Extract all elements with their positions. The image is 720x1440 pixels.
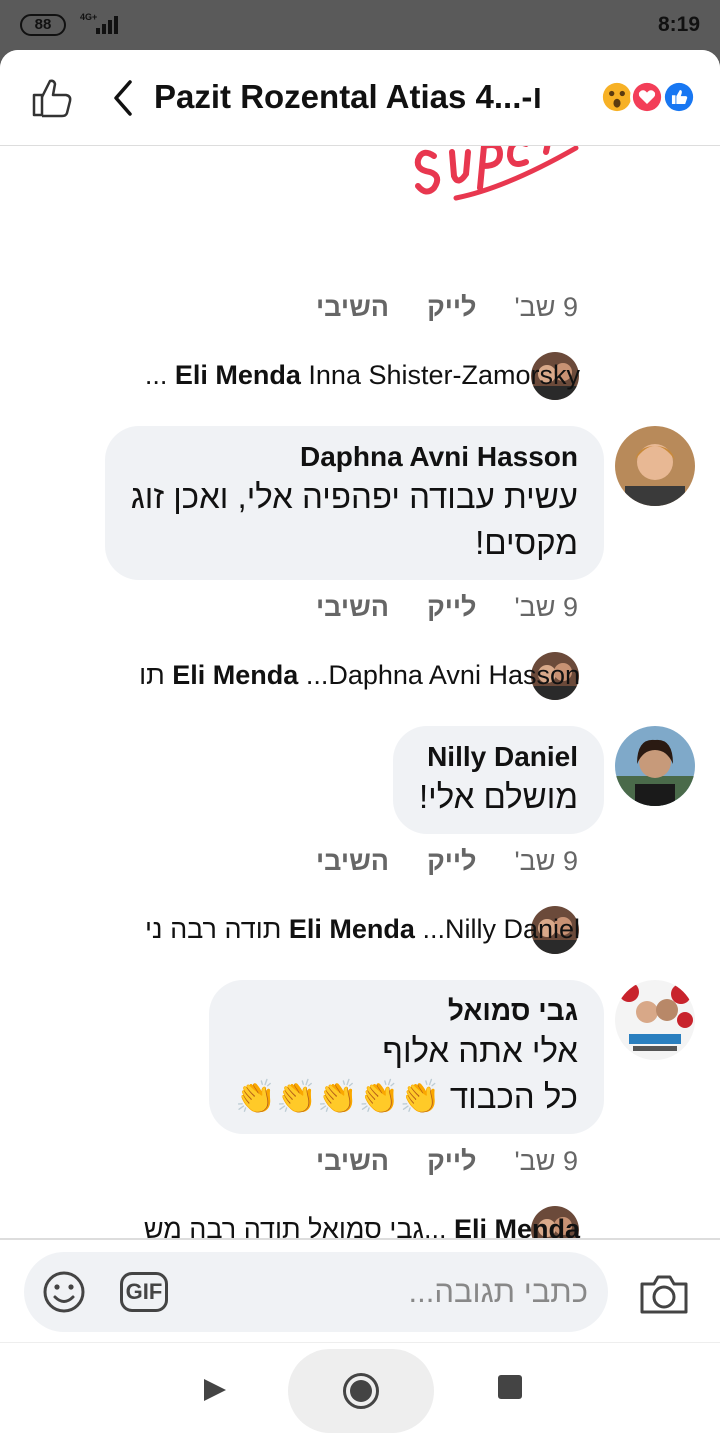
reply-link[interactable]: השיבי (316, 846, 389, 876)
comment-text-line: כל הכבוד 👏👏👏👏👏 (235, 1078, 578, 1115)
status-bar: 88 4G+ 8:19 (0, 0, 720, 50)
comment-bubble[interactable]: Nilly Daniel מושלם אלי! (393, 726, 604, 834)
network-label: 4G+ (80, 12, 98, 22)
comment-bubble[interactable]: Daphna Avni Hasson עשית עבודה יפהפיה אלי… (104, 426, 604, 580)
nav-back-triangle-icon[interactable] (200, 1375, 230, 1405)
emoji-icon[interactable] (42, 1270, 86, 1314)
comments-sheet: Pazit Rozental Atias 4...-ו 9 שב'לייקהשי… (0, 50, 720, 1440)
reply-link[interactable]: השיבי (316, 592, 389, 622)
comment-text-line: מושלם אלי! (419, 778, 578, 815)
like-link[interactable]: לייק (427, 592, 476, 622)
like-link[interactable]: לייק (427, 846, 476, 876)
comment-actions: 9 שב' לייק השיבי (278, 846, 578, 877)
system-nav-bar (0, 1342, 720, 1440)
reaction-summary[interactable] (600, 80, 700, 114)
signal-bars-icon (96, 16, 118, 34)
nav-home-button[interactable] (288, 1349, 434, 1433)
reply-author[interactable]: Eli Menda (289, 914, 415, 944)
comment-composer[interactable]: GIF (24, 1252, 608, 1332)
reply-preview[interactable]: Eli Menda ...Daphna Avni Hasson תו (139, 660, 580, 691)
comment-date: 9 שב' (514, 846, 578, 876)
like-reaction-icon (662, 80, 696, 114)
reply-preview[interactable]: Eli Menda Inna Shister-Zamorsky ... (145, 360, 580, 391)
thumbs-up-icon[interactable] (30, 77, 74, 119)
reply-link[interactable]: השיבי (316, 292, 389, 322)
clock: 8:19 (657, 13, 700, 36)
avatar[interactable] (615, 426, 695, 506)
battery-indicator: 88 (20, 14, 66, 36)
reply-text: ...גבי סמואל תודה רבה מש (143, 1214, 447, 1238)
reply-preview[interactable]: Eli Menda ...גבי סמואל תודה רבה מש (144, 1214, 580, 1238)
comment-text-line: אלי אתה אלוף (382, 1032, 578, 1069)
reply-preview[interactable]: Eli Menda ...Nilly Daniel תודה רבה ני (145, 914, 580, 945)
comment-author[interactable]: גבי סמואל (235, 994, 578, 1028)
comment-date: 9 שב' (514, 1146, 578, 1176)
comment-composer-bar: GIF (0, 1238, 720, 1342)
comment-bubble[interactable]: גבי סמואל אלי אתה אלוף כל הכבוד 👏👏👏👏👏 (209, 980, 604, 1134)
comment-text-line: עשית עבודה יפהפיה אלי, ואכן זוג (130, 478, 578, 515)
like-link[interactable]: לייק (427, 1146, 476, 1176)
sticker-image (414, 146, 579, 201)
comment-actions: 9 שב' לייק השיבי (278, 292, 578, 323)
reply-author[interactable]: Eli Menda (454, 1214, 580, 1238)
comment-actions: 9 שב' לייק השיבי (278, 592, 578, 623)
nav-recents-square-icon[interactable] (498, 1375, 522, 1399)
reply-author[interactable]: Eli Menda (172, 660, 298, 690)
wow-reaction-icon (600, 80, 634, 114)
comment-author[interactable]: Daphna Avni Hasson (131, 440, 578, 474)
reply-author[interactable]: Eli Menda (175, 360, 301, 390)
gif-button[interactable]: GIF (120, 1272, 168, 1312)
avatar[interactable] (615, 726, 695, 806)
comment-author[interactable]: Nilly Daniel (419, 740, 578, 774)
home-dot-icon (350, 1380, 372, 1402)
comment-date: 9 שב' (514, 592, 578, 622)
reply-link[interactable]: השיבי (316, 1146, 389, 1176)
comment-text-line: מקסים! (475, 524, 578, 561)
comment-list[interactable]: 9 שב' לייק השיבי Eli Menda Inna Shister-Za… (0, 146, 720, 1238)
avatar[interactable] (615, 980, 695, 1060)
comment-input[interactable] (184, 1252, 588, 1332)
back-chevron-icon[interactable] (108, 78, 138, 118)
comment-actions: 9 שב' לייק השיבי (278, 1146, 578, 1177)
like-link[interactable]: לייק (427, 292, 476, 322)
post-title[interactable]: Pazit Rozental Atias 4...-ו (154, 78, 542, 116)
comments-header: Pazit Rozental Atias 4...-ו (0, 50, 720, 146)
camera-icon[interactable] (638, 1272, 690, 1316)
comment-date: 9 שב' (514, 292, 578, 322)
love-reaction-icon (630, 80, 664, 114)
